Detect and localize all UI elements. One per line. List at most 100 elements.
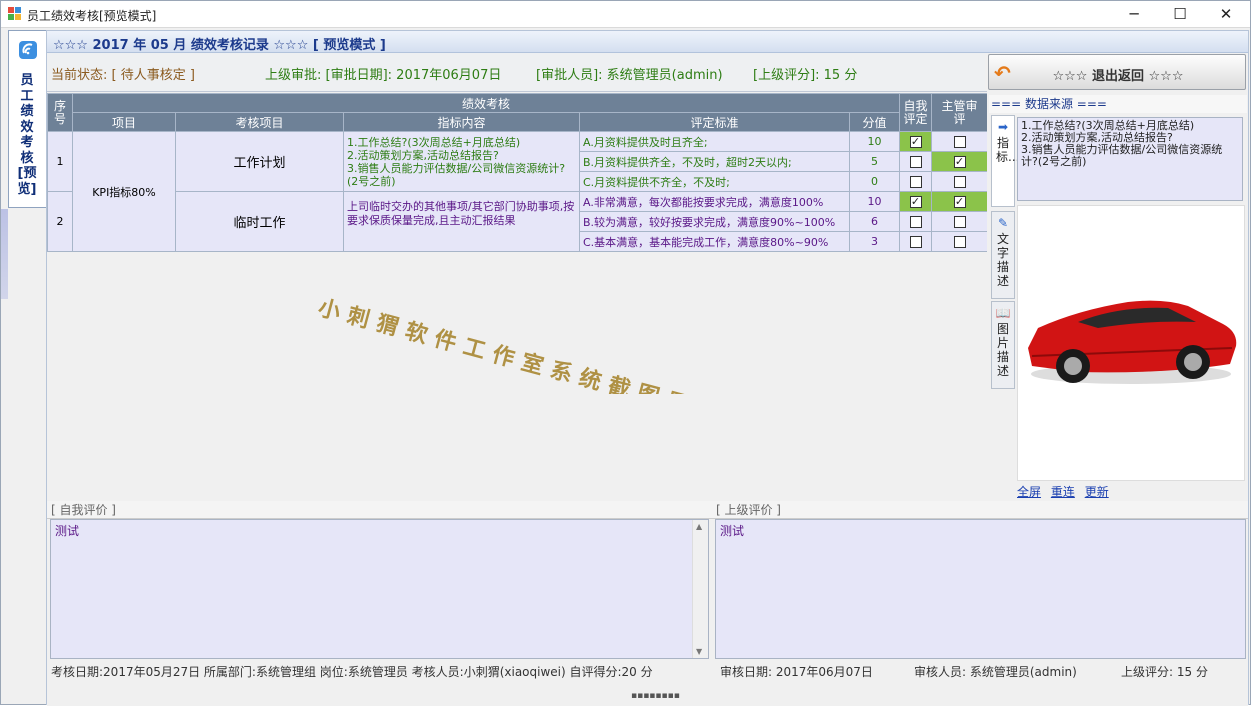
left-tab-performance[interactable]: 员工绩效考核[预览] (8, 30, 46, 208)
self-eval-panel: [ 自我评价 ] 测试 ▲ ▼ 考核日期:2017年05月27日 所属部门:系统… (47, 501, 712, 706)
content-cell: 1.工作总结?(3次周总结+月底总结) 2.活动策划方案,活动总结报告? 3.销… (343, 131, 580, 192)
item-cell: 临时工作 (175, 191, 344, 252)
self-eval-checkbox[interactable] (909, 216, 922, 228)
left-edge-strip (1, 209, 8, 299)
self-eval-checkbox[interactable] (909, 156, 922, 168)
self-eval-checkbox[interactable]: ✓ (909, 196, 922, 208)
book-icon: 📖 (995, 306, 1011, 320)
tab-text-desc-label: 文字描述 (996, 232, 1009, 288)
self-eval-cell[interactable]: ✓ (899, 131, 933, 152)
superior-eval-label: [ 上级评价 ] (712, 501, 1248, 519)
score-cell: 6 (848, 211, 901, 232)
mgr-eval-cell[interactable] (931, 131, 989, 152)
review-score: 上级评分: 15 分 (1121, 665, 1208, 679)
score-cell: 10 (848, 131, 901, 152)
close-button[interactable]: ✕ (1203, 1, 1249, 28)
data-source-header: === 数据来源 === (989, 95, 1247, 113)
mgr-eval-cell[interactable] (931, 211, 989, 232)
self-eval-cell[interactable] (899, 211, 933, 232)
resize-grip[interactable]: ▪▪▪▪▪▪▪▪ (631, 692, 680, 701)
fullscreen-link[interactable]: 全屏 (1017, 485, 1041, 499)
scroll-up-icon[interactable]: ▲ (696, 522, 702, 531)
criteria-cell: A.月资料提供及时且齐全; (579, 131, 850, 152)
mgr-eval-cell[interactable]: ✓ (931, 191, 989, 212)
mgr-eval-cell[interactable]: ✓ (931, 151, 989, 172)
kpi-table: 序号 绩效考核 自我评定 主管审评 项目 考核项目 指标内容 评定标准 分值 1… (47, 93, 989, 252)
score-cell: 5 (848, 151, 901, 172)
tab-image-desc[interactable]: 📖 图片描述 (991, 301, 1015, 389)
table-row[interactable]: 1 KPI指标80% 工作计划 1.工作总结?(3次周总结+月底总结) 2.活动… (47, 131, 989, 252)
criteria-cell: B.月资料提供齐全，不及时，超时2天以内; (579, 151, 850, 172)
notepad-icon: ✎ (997, 216, 1009, 230)
score-cell: 0 (848, 171, 901, 192)
self-eval-textarea[interactable]: 测试 ▲ ▼ (50, 519, 709, 659)
criteria-cell: C.基本满意，基本能完成工作，满意度80%~90% (579, 231, 850, 252)
header-mgr-eval: 主管审评 (931, 93, 989, 132)
mgr-eval-checkbox[interactable] (953, 136, 966, 148)
self-eval-checkbox[interactable]: ✓ (909, 136, 922, 148)
update-link[interactable]: 更新 (1085, 485, 1109, 499)
exit-back-label: ☆☆☆ 退出返回 ☆☆☆ (1052, 69, 1184, 84)
minimize-button[interactable]: ─ (1111, 1, 1157, 28)
page-title: ☆☆☆ 2017 年 05 月 绩效考核记录 ☆☆☆ [ 预览模式 ] (53, 38, 386, 53)
preview-links: 全屏 重连 更新 (1017, 483, 1115, 500)
kpi-grid-area: 序号 绩效考核 自我评定 主管审评 项目 考核项目 指标内容 评定标准 分值 1… (47, 91, 989, 501)
mgr-eval-checkbox[interactable] (953, 176, 966, 188)
left-tab-label: 员工绩效考核[预览] (17, 73, 37, 197)
watermark: 小刺猬软件工作室系统截图展示 (315, 295, 727, 394)
self-eval-cell[interactable]: ✓ (899, 191, 933, 212)
self-eval-checkbox[interactable] (909, 176, 922, 188)
mgr-eval-cell[interactable] (931, 231, 989, 252)
self-eval-cell[interactable] (899, 171, 933, 192)
image-preview (1017, 205, 1245, 481)
source-text-box[interactable]: 1.工作总结?(3次周总结+月底总结) 2.活动策划方案,活动总结报告? 3.销… (1017, 117, 1243, 201)
status-bar: 当前状态: [ 待人事核定 ] 上级审批: [审批日期]: 2017年06月07… (47, 53, 985, 91)
self-eval-cell[interactable] (899, 231, 933, 252)
current-status: 当前状态: [ 待人事核定 ] (51, 68, 195, 83)
mgr-eval-checkbox[interactable] (953, 236, 966, 248)
scroll-down-icon[interactable]: ▼ (696, 647, 702, 656)
right-panel: ↶ ☆☆☆ 退出返回 ☆☆☆ === 数据来源 === ➡ 指标... ✎ 文字… (987, 53, 1248, 501)
vertical-scrollbar[interactable]: ▲ ▼ (692, 520, 708, 658)
header-criteria: 评定标准 (579, 112, 850, 132)
mgr-eval-cell[interactable] (931, 171, 989, 192)
table-row[interactable]: 2 临时工作 上司临时交办的其他事项/其它部门协助事项,按要求保质保量完成,且主… (47, 191, 989, 252)
project-cell: KPI指标80% (72, 131, 176, 252)
arrow-right-icon: ➡ (997, 120, 1009, 134)
source-tabs: ➡ 指标... ✎ 文字描述 📖 图片描述 (989, 115, 1019, 499)
superior-eval-text: 测试 (720, 524, 745, 538)
main-panel: ☆☆☆ 2017 年 05 月 绩效考核记录 ☆☆☆ [ 预览模式 ] 当前状态… (46, 30, 1249, 706)
header-index: 序号 (47, 93, 73, 132)
maximize-button[interactable]: ☐ (1157, 1, 1203, 28)
reconnect-link[interactable]: 重连 (1051, 485, 1075, 499)
app-icon (8, 7, 21, 20)
header-self-eval: 自我评定 (899, 93, 933, 132)
watermark-text: 小刺猬软件工作室系统截图展示 (315, 295, 727, 394)
self-eval-footer: 考核日期:2017年05月27日 所属部门:系统管理组 岗位:系统管理员 考核人… (51, 665, 653, 679)
approval-date: 上级审批: [审批日期]: 2017年06月07日 (265, 68, 502, 83)
row-index: 2 (47, 191, 73, 252)
header-project: 项目 (72, 112, 176, 132)
self-eval-label: [ 自我评价 ] (47, 501, 712, 519)
mgr-eval-checkbox[interactable]: ✓ (953, 156, 966, 168)
reviewer: 审核人员: 系统管理员(admin) (914, 665, 1077, 679)
header-group: 绩效考核 (71, 93, 901, 113)
window-title: 员工绩效考核[预览模式] (27, 9, 157, 23)
review-date: 审核日期: 2017年06月07日 (720, 665, 873, 679)
self-eval-cell[interactable] (899, 151, 933, 172)
criteria-cell: A.非常满意，每次都能按要求完成，满意度100% (579, 191, 850, 212)
self-eval-checkbox[interactable] (909, 236, 922, 248)
mgr-eval-checkbox[interactable] (953, 216, 966, 228)
title-bar: 员工绩效考核[预览模式] ─ ☐ ✕ (1, 1, 1250, 28)
mgr-eval-checkbox[interactable]: ✓ (953, 196, 966, 208)
tab-text-desc[interactable]: ✎ 文字描述 (991, 211, 1015, 299)
superior-eval-panel: [ 上级评价 ] 测试 审核日期: 2017年06月07日 审核人员: 系统管理… (712, 501, 1248, 706)
exit-back-button[interactable]: ↶ ☆☆☆ 退出返回 ☆☆☆ (988, 54, 1246, 90)
header-score: 分值 (848, 112, 901, 132)
tab-indicator[interactable]: ➡ 指标... (991, 115, 1019, 207)
superior-eval-textarea[interactable]: 测试 (715, 519, 1246, 659)
superior-score: [上级评分]: 15 分 (753, 68, 858, 83)
header-content: 指标内容 (343, 112, 580, 132)
score-cell: 10 (848, 191, 901, 212)
content-cell: 上司临时交办的其他事项/其它部门协助事项,按要求保质保量完成,且主动汇报结果 (343, 191, 580, 252)
